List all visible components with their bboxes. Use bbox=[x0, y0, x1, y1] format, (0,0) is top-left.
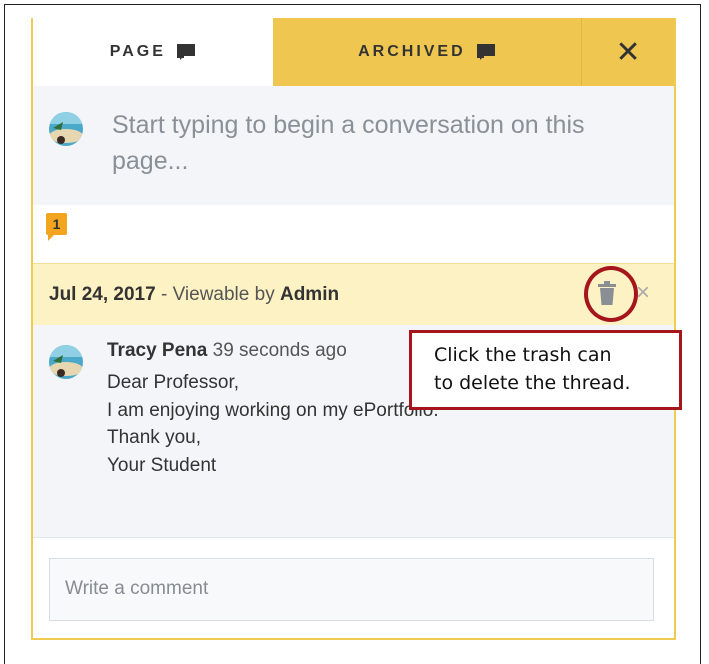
thread-meta: Jul 24, 2017 - Viewable by Admin bbox=[49, 284, 339, 306]
new-conversation-placeholder: Start typing to begin a conversation on … bbox=[112, 111, 585, 175]
close-icon: ✕ bbox=[615, 35, 641, 69]
tab-page[interactable]: PAGE bbox=[33, 18, 273, 86]
comment-author[interactable]: Tracy Pena bbox=[107, 340, 207, 361]
write-comment-input[interactable]: Write a comment bbox=[49, 558, 654, 621]
chat-bubble-icon bbox=[176, 44, 195, 60]
comment-timestamp: 39 seconds ago bbox=[212, 340, 347, 361]
close-icon: × bbox=[636, 279, 651, 306]
chat-bubble-icon bbox=[476, 44, 495, 60]
thread-viewable-by: Admin bbox=[279, 284, 340, 305]
comment-byline: Tracy Pena 39 seconds ago bbox=[107, 340, 347, 362]
close-panel-button[interactable]: ✕ bbox=[581, 18, 674, 86]
trash-icon bbox=[598, 281, 616, 305]
thread-count-badge: 1 bbox=[46, 213, 67, 241]
thread-date: Jul 24, 2017 bbox=[49, 284, 156, 305]
tab-archived[interactable]: ARCHIVED bbox=[272, 18, 582, 86]
tab-page-label: PAGE bbox=[109, 43, 166, 60]
thread-count-strip: 1 bbox=[33, 205, 674, 263]
avatar bbox=[49, 112, 83, 146]
thread-header: Jul 24, 2017 - Viewable by Admin × bbox=[33, 263, 674, 326]
avatar bbox=[49, 345, 83, 379]
delete-thread-button[interactable] bbox=[596, 281, 618, 307]
new-conversation-area[interactable]: Start typing to begin a conversation on … bbox=[33, 86, 674, 206]
tab-bar: PAGE ARCHIVED ✕ bbox=[33, 18, 674, 86]
comments-panel: PAGE ARCHIVED ✕ Start typing to begin a … bbox=[31, 18, 676, 640]
write-comment-placeholder: Write a comment bbox=[65, 578, 209, 599]
annotation-callout-text: Click the trash can to delete the thread… bbox=[434, 344, 631, 394]
annotation-callout: Click the trash can to delete the thread… bbox=[409, 330, 682, 410]
tab-archived-label: ARCHIVED bbox=[358, 43, 466, 60]
close-thread-button[interactable]: × bbox=[636, 281, 650, 305]
thread-viewable-prefix: - Viewable by bbox=[155, 284, 280, 305]
